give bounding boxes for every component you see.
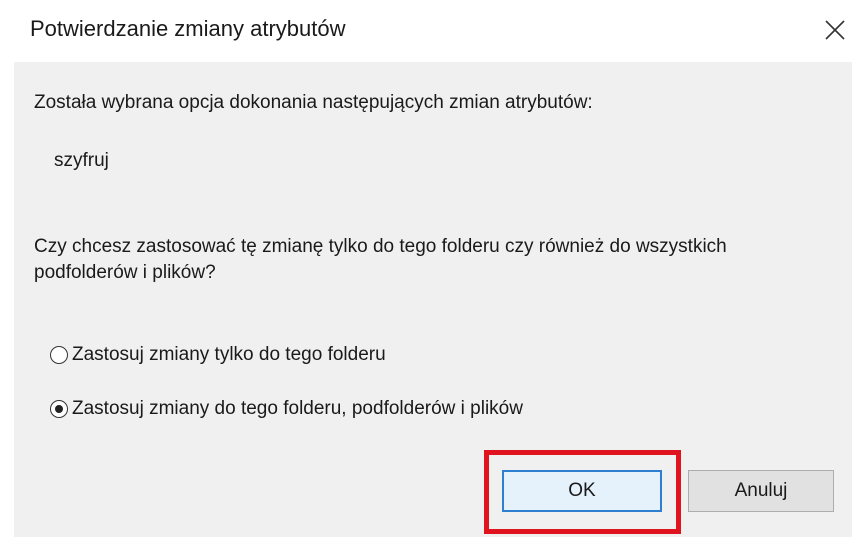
option-this-folder[interactable]: Zastosuj zmiany tylko do tego folderu (50, 344, 386, 366)
attribute-value: szyfruj (54, 150, 109, 171)
ok-button[interactable]: OK (502, 470, 662, 512)
close-button[interactable] (818, 10, 852, 50)
scope-question: Czy chcesz zastosować tę zmianę tylko do… (34, 236, 727, 283)
close-icon (823, 18, 847, 42)
radio-folder-subfolders-files[interactable] (50, 400, 68, 418)
attribute-change-dialog: Potwierdzanie zmiany atrybutów Została w… (0, 0, 852, 537)
option-folder-subfolders-files[interactable]: Zastosuj zmiany do tego folderu, podfold… (50, 398, 523, 420)
dialog-title: Potwierdzanie zmiany atrybutów (30, 16, 346, 41)
dialog-body: Została wybrana opcja dokonania następuj… (14, 62, 852, 537)
option-folder-subfolders-files-label: Zastosuj zmiany do tego folderu, podfold… (72, 398, 523, 419)
option-this-folder-label: Zastosuj zmiany tylko do tego folderu (72, 344, 386, 365)
intro-text: Została wybrana opcja dokonania następuj… (34, 92, 593, 113)
radio-this-folder[interactable] (50, 346, 68, 364)
title-bar: Potwierdzanie zmiany atrybutów (0, 0, 852, 62)
cancel-button[interactable]: Anuluj (688, 470, 834, 512)
